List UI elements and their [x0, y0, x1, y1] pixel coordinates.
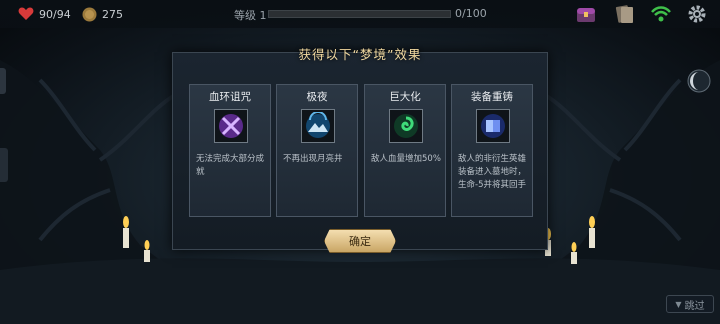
effect-card-title: 极夜 — [306, 91, 328, 103]
health-stat: 90/94 — [18, 4, 71, 24]
card-collection-icon[interactable] — [614, 3, 636, 25]
triangle-down-icon: ▼ — [675, 299, 682, 309]
effect-card: 装备重铸 敌人的非衍生英雄装备进入墓地时，生命-5并将其回手 — [451, 84, 533, 217]
heart-icon — [18, 7, 34, 20]
confirm-button[interactable]: 确定 — [324, 229, 396, 253]
moon-phase-icon[interactable] — [686, 68, 712, 94]
skip-label: 跳过 — [684, 300, 705, 312]
coin-value: 275 — [102, 7, 123, 21]
wifi-icon — [651, 6, 671, 22]
effect-card-title: 巨大化 — [389, 91, 421, 103]
effect-card-description: 敌人的非衍生英雄装备进入墓地时，生命-5并将其回手 — [458, 154, 527, 190]
purple-crossed-swords-icon — [214, 109, 248, 143]
skip-button[interactable]: ▼ 跳过 — [666, 295, 714, 313]
effect-card: 巨大化 敌人血量增加50% — [364, 84, 446, 217]
green-spiral-icon — [389, 109, 423, 143]
level-progress-count: 0/100 — [455, 7, 487, 20]
effect-card-title: 血环诅咒 — [209, 91, 251, 103]
settings-gear-icon[interactable] — [686, 3, 708, 25]
left-edge-tab[interactable] — [0, 68, 6, 94]
level-progress-bar — [268, 10, 451, 18]
left-edge-handle[interactable] — [0, 148, 8, 182]
effect-card-title: 装备重铸 — [471, 91, 513, 103]
effect-card-description: 不再出现月亮井 — [283, 154, 343, 164]
night-mountain-icon — [301, 109, 335, 143]
blue-cards-icon — [476, 109, 510, 143]
effect-card: 血环诅咒 无法完成大部分成就 — [189, 84, 271, 217]
effect-card-description: 敌人血量增加50% — [371, 154, 441, 164]
coin-icon — [82, 7, 97, 21]
effect-card: 极夜 不再出现月亮井 — [276, 84, 358, 217]
dialog-title: 获得以下“梦境”效果 — [298, 47, 422, 62]
effect-card-description: 无法完成大部分成就 — [196, 154, 265, 177]
level-label: 等级 1 — [234, 9, 267, 22]
top-status-bar: 90/94 275 等级 1 0/100 — [0, 0, 720, 28]
coin-stat: 275 — [82, 4, 123, 24]
health-value: 90/94 — [39, 7, 71, 21]
treasure-chest-icon[interactable] — [575, 3, 597, 25]
